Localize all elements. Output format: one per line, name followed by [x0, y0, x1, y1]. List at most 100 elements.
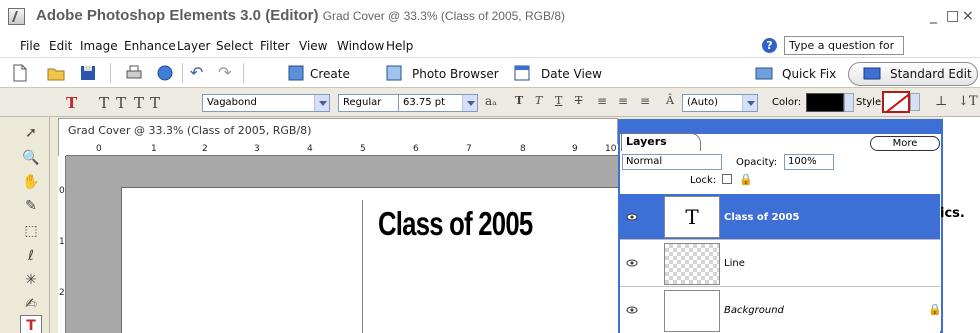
eyedropper-tool-icon[interactable]: ✎	[20, 196, 42, 216]
hand-tool-icon[interactable]: ✋	[20, 172, 42, 192]
underline-icon[interactable]: T	[555, 94, 562, 107]
marquee-tool-icon[interactable]: ⬚	[20, 221, 42, 241]
align-center-icon[interactable]: ≡	[618, 94, 628, 108]
image-canvas[interactable]	[121, 187, 618, 333]
text-orientation-icon[interactable]: ↓T	[958, 94, 978, 109]
ruler-label: 5	[360, 144, 366, 154]
blend-mode-select[interactable]: Normal	[622, 154, 722, 170]
quick-fix-icon[interactable]	[754, 63, 774, 83]
quick-fix-button[interactable]: Quick Fix	[782, 67, 836, 81]
online-services-icon[interactable]	[155, 63, 175, 83]
undo-icon[interactable]: ↶	[190, 63, 210, 83]
photo-browser-button[interactable]: Photo Browser	[412, 67, 499, 81]
help-search-input[interactable]: Type a question for help	[784, 36, 904, 69]
photoshop-window: Adobe Photoshop Elements 3.0 (Editor) Gr…	[0, 0, 980, 333]
menu-help[interactable]: Help	[386, 39, 413, 53]
lasso-tool-icon[interactable]: ℓ	[20, 246, 42, 266]
ruler-label: 1	[59, 237, 65, 247]
partial-label: ics.	[940, 206, 965, 221]
magic-wand-tool-icon[interactable]: ✳	[20, 270, 42, 290]
eye-icon[interactable]	[626, 258, 638, 268]
text-color-swatch[interactable]	[806, 93, 844, 112]
opacity-field[interactable]: 100%	[784, 154, 834, 170]
anti-alias-icon[interactable]: aₐ	[485, 94, 497, 108]
new-document-icon[interactable]	[10, 63, 30, 83]
color-label: Color:	[772, 97, 802, 108]
align-right-icon[interactable]: ≡	[640, 94, 650, 108]
chevron-down-icon	[742, 95, 757, 111]
menu-image[interactable]: Image	[80, 39, 118, 53]
type-tool-icon[interactable]: T	[20, 315, 42, 333]
menu-filter[interactable]: Filter	[260, 39, 290, 53]
date-view-button[interactable]: Date View	[541, 67, 602, 81]
redo-icon[interactable]: ↷	[218, 63, 238, 83]
more-button[interactable]: More	[870, 136, 940, 151]
eye-icon[interactable]	[626, 305, 638, 315]
ruler-label: 0	[59, 186, 65, 196]
ruler-label: 9	[572, 144, 578, 154]
doc-title-in-titlebar: Grad Cover @ 33.3% (Class of 2005, RGB/8…	[322, 9, 565, 23]
layers-tab[interactable]: Layers	[621, 133, 701, 151]
selection-brush-tool-icon[interactable]: ✍	[20, 294, 42, 314]
strikethrough-icon[interactable]: T	[575, 94, 582, 107]
warp-text-icon[interactable]: ⊥	[935, 94, 947, 109]
print-icon[interactable]	[124, 63, 144, 83]
opacity-label: Opacity:	[736, 157, 778, 168]
toolbar-separator	[243, 63, 244, 83]
save-icon[interactable]	[78, 63, 98, 83]
photo-browser-icon[interactable]	[384, 63, 404, 83]
menu-window[interactable]: Window	[337, 39, 384, 53]
minimize-button[interactable]: _	[930, 8, 937, 24]
faux-bold-icon[interactable]: T	[515, 94, 523, 107]
layer-name[interactable]: Class of 2005	[724, 212, 799, 223]
zoom-tool-icon[interactable]: 🔍	[20, 148, 42, 168]
menu-edit[interactable]: Edit	[49, 39, 72, 53]
ruler-label: 2	[59, 288, 65, 298]
open-folder-icon[interactable]	[46, 63, 66, 83]
maximize-button[interactable]: □	[946, 8, 959, 24]
menu-view[interactable]: View	[299, 39, 327, 53]
ruler-label: 4	[307, 144, 313, 154]
leading-select[interactable]: (Auto)	[682, 94, 758, 112]
style-label: Style:	[856, 97, 885, 108]
window-title: Adobe Photoshop Elements 3.0 (Editor) Gr…	[36, 7, 565, 24]
menu-enhance[interactable]: Enhance	[124, 39, 176, 53]
eye-icon[interactable]	[626, 212, 638, 222]
font-family-select[interactable]: Vagabond	[202, 94, 330, 112]
ruler-label: 1	[151, 144, 157, 154]
style-none-swatch[interactable]	[882, 91, 910, 113]
style-dropdown-button[interactable]	[910, 93, 920, 111]
color-dropdown-button[interactable]	[844, 93, 854, 112]
lock-transparency-checkbox[interactable]	[722, 174, 732, 184]
close-button[interactable]: ×	[962, 8, 974, 24]
create-button[interactable]: Create	[310, 67, 350, 81]
lock-icon[interactable]: 🔒	[739, 173, 753, 186]
font-size-select[interactable]: 63.75 pt	[398, 94, 478, 112]
standard-edit-label: Standard Edit	[890, 67, 972, 81]
photoshop-logo-icon	[8, 8, 25, 25]
create-icon[interactable]	[286, 63, 306, 83]
date-view-icon[interactable]	[512, 63, 532, 83]
ruler-label: 3	[254, 144, 260, 154]
menu-select[interactable]: Select	[216, 39, 253, 53]
move-tool-icon[interactable]: ➚	[20, 123, 42, 143]
lock-label: Lock:	[690, 175, 717, 186]
app-title: Adobe Photoshop Elements 3.0 (Editor)	[36, 7, 319, 24]
vertical-type-icon[interactable]: T	[116, 94, 126, 112]
canvas-headline-text[interactable]: Class of 2005	[378, 205, 533, 243]
toolbar-separator	[182, 63, 183, 83]
layer-name[interactable]: Background	[724, 305, 784, 316]
help-icon[interactable]: ?	[762, 38, 777, 53]
faux-italic-icon[interactable]: T	[535, 94, 542, 107]
ruler-label: 2	[202, 144, 208, 154]
horizontal-type-mask-icon[interactable]: T	[134, 94, 144, 112]
align-left-icon[interactable]: ≡	[597, 94, 607, 108]
ruler-label: 8	[520, 144, 526, 154]
leading-icon: Â	[666, 94, 674, 107]
layer-name[interactable]: Line	[724, 258, 745, 269]
type-tool-indicator-icon: T	[66, 94, 78, 112]
menu-file[interactable]: File	[20, 39, 40, 53]
vertical-type-mask-icon[interactable]: T	[150, 94, 160, 112]
horizontal-type-icon[interactable]: T	[99, 94, 109, 112]
menu-layer[interactable]: Layer	[177, 39, 210, 53]
